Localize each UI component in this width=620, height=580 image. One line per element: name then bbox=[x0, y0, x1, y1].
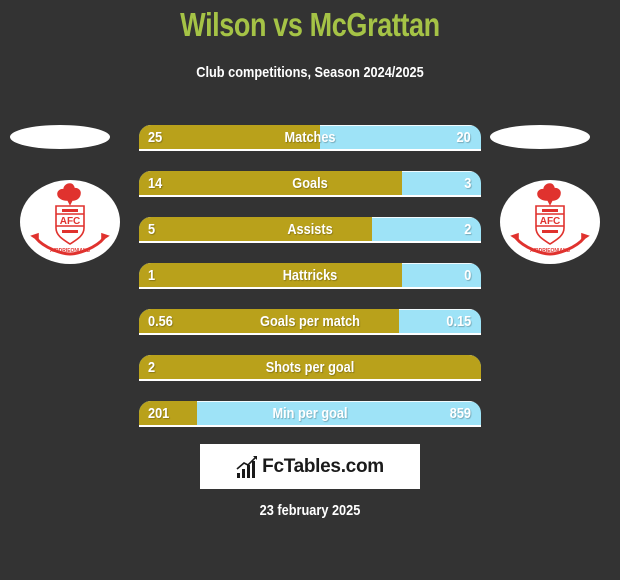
stat-label: Shots per goal bbox=[265, 359, 355, 376]
right-club-logo[interactable]: AFC AIRDRIEONIANS bbox=[500, 180, 600, 264]
right-value: 2 bbox=[463, 221, 471, 238]
snapshot-date: 23 february 2025 bbox=[259, 502, 361, 519]
stat-row-matches: 25 Matches 20 bbox=[139, 125, 481, 151]
svg-text:AFC: AFC bbox=[60, 216, 81, 227]
right-value: 3 bbox=[463, 175, 471, 192]
svg-text:AIRDRIEONIANS: AIRDRIEONIANS bbox=[50, 248, 91, 254]
stat-label: Assists bbox=[287, 221, 333, 238]
right-player-name-placeholder bbox=[490, 125, 590, 149]
left-value: 14 bbox=[148, 175, 163, 192]
stat-row-goals-per-match: 0.56 Goals per match 0.15 bbox=[139, 309, 481, 335]
stat-label: Goals per match bbox=[260, 313, 360, 330]
left-value: 2 bbox=[148, 359, 156, 376]
left-club-logo[interactable]: AFC AIRDRIEONIANS bbox=[20, 180, 120, 264]
competition-subtitle: Club competitions, Season 2024/2025 bbox=[196, 64, 424, 81]
crest-icon: AFC AIRDRIEONIANS bbox=[510, 183, 590, 256]
stat-row-min-per-goal: 201 Min per goal 859 bbox=[139, 401, 481, 427]
right-value: 859 bbox=[449, 405, 471, 422]
right-value: 0.15 bbox=[446, 313, 471, 330]
svg-text:AFC: AFC bbox=[540, 216, 561, 227]
page-title: Wilson vs McGrattan bbox=[180, 6, 440, 43]
left-value: 25 bbox=[148, 129, 163, 146]
stat-row-hattricks: 1 Hattricks 0 bbox=[139, 263, 481, 289]
left-value: 5 bbox=[148, 221, 156, 238]
right-value: 0 bbox=[463, 267, 471, 284]
fctables-brand-link[interactable]: FcTables.com bbox=[200, 444, 420, 489]
stat-label: Goals bbox=[292, 175, 328, 192]
stat-row-shots-per-goal: 2 Shots per goal bbox=[139, 355, 481, 381]
stat-row-assists: 5 Assists 2 bbox=[139, 217, 481, 243]
left-player-name-placeholder bbox=[10, 125, 110, 149]
bar-chart-icon bbox=[236, 455, 258, 478]
right-value: 20 bbox=[456, 129, 471, 146]
svg-text:AIRDRIEONIANS: AIRDRIEONIANS bbox=[530, 248, 571, 254]
crest-icon: AFC AIRDRIEONIANS bbox=[30, 183, 110, 256]
brand-name: FcTables.com bbox=[262, 455, 384, 477]
stat-label: Hattricks bbox=[282, 267, 338, 284]
stat-label: Min per goal bbox=[272, 405, 348, 422]
stat-label: Matches bbox=[284, 129, 336, 146]
stat-row-goals: 14 Goals 3 bbox=[139, 171, 481, 197]
left-value: 1 bbox=[148, 267, 156, 284]
